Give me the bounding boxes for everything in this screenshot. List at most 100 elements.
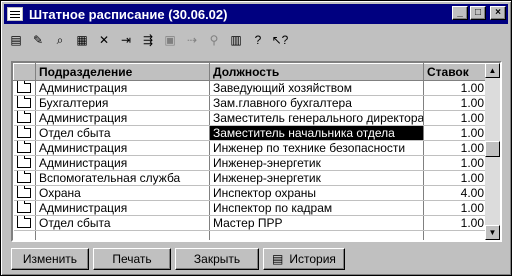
table-row[interactable] (13, 230, 488, 240)
transfer-icon: ⇢ (186, 33, 198, 47)
rate-cell[interactable]: 1.00 (423, 155, 488, 171)
rate-cell[interactable]: 4.00 (423, 185, 488, 201)
position-cell[interactable]: Заведующий хозяйством (209, 80, 424, 96)
position-cell[interactable]: Зам.главного бухгалтера (209, 95, 424, 111)
department-cell[interactable]: Администрация (35, 80, 210, 96)
rate-cell[interactable] (423, 230, 488, 240)
scroll-up-arrow-icon[interactable]: ▲ (485, 63, 500, 78)
folder-icon (17, 80, 32, 93)
table-row[interactable]: Администрация Заместитель генерального ди… (13, 110, 488, 126)
department-cell[interactable]: Администрация (35, 140, 210, 156)
close-window-button-label: Закрыть (193, 252, 241, 266)
rate-cell[interactable]: 1.00 (423, 110, 488, 126)
toolbar: ▤ ✎ ⌕ ▦ ✕ ⇥ ⇶ ▣ ⇢ ⚲ ▥? ↖? (7, 29, 293, 51)
department-cell[interactable]: Бухгалтерия (35, 95, 210, 111)
folder-icon (17, 95, 32, 108)
folder-icon (17, 155, 32, 168)
move-to-group-icon[interactable]: ⇶ (139, 31, 157, 49)
table-row[interactable]: Охрана Инспектор охраны 4.00 (13, 185, 488, 201)
rate-cell[interactable]: 1.00 (423, 215, 488, 231)
edit-button-label: Изменить (22, 252, 78, 266)
row-icon-cell (13, 125, 36, 141)
row-icon-cell (13, 170, 36, 186)
department-cell[interactable]: Отдел сбыта (35, 215, 210, 231)
position-cell[interactable]: Инженер по технике безопасности (209, 140, 424, 156)
header-row: Подразделение Должность Ставок (13, 63, 488, 81)
maximize-button[interactable]: □ (470, 6, 486, 20)
find-icon[interactable]: ⌕ (51, 31, 69, 49)
row-icon-cell (13, 230, 36, 240)
folder-icon (17, 125, 32, 138)
table-row[interactable]: Администрация Инженер-энергетик 1.00 (13, 155, 488, 171)
staff-table: Подразделение Должность Ставок Администр… (13, 63, 488, 240)
edit-row-icon[interactable]: ✎ (29, 31, 47, 49)
rate-cell[interactable]: 1.00 (423, 170, 488, 186)
column-header-rate[interactable]: Ставок (423, 63, 488, 81)
copy-icon: ▣ (164, 33, 176, 47)
column-header-department[interactable]: Подразделение (35, 63, 210, 81)
position-cell[interactable]: Инженер-энергетик (209, 170, 424, 186)
department-cell[interactable]: Администрация (35, 110, 210, 126)
move-down-icon[interactable]: ⇥ (117, 31, 135, 49)
new-row-icon[interactable]: ▤ (7, 31, 25, 49)
edit-button[interactable]: Изменить (11, 248, 89, 270)
rate-cell[interactable]: 1.00 (423, 125, 488, 141)
table-row[interactable]: Администрация Инженер по технике безопасн… (13, 140, 488, 156)
rate-cell[interactable]: 1.00 (423, 140, 488, 156)
position-cell[interactable]: Мастер ПРР (209, 215, 424, 231)
column-header-position[interactable]: Должность (209, 63, 424, 81)
print-button-label: Печать (112, 252, 152, 266)
department-cell[interactable]: Администрация (35, 200, 210, 216)
table-row[interactable]: Отдел сбыта Заместитель начальника отдела… (13, 125, 488, 141)
folder-icon (17, 170, 32, 183)
table-row[interactable]: Администрация Заведующий хозяйством 1.00 (13, 80, 488, 96)
row-icon-cell (13, 215, 36, 231)
close-button[interactable]: × (490, 6, 506, 20)
row-icon-cell (13, 95, 36, 111)
new-group-icon[interactable]: ▦ (73, 31, 91, 49)
column-header-icon[interactable] (13, 63, 36, 81)
position-cell[interactable]: Инженер-энергетик (209, 155, 424, 171)
department-cell[interactable] (35, 230, 210, 240)
window-title: Штатное расписание (30.06.02) (29, 6, 228, 22)
row-icon-cell (13, 140, 36, 156)
position-cell[interactable]: Заместитель генерального директора (209, 110, 424, 126)
minimize-button[interactable]: _ (452, 6, 468, 20)
scroll-thumb[interactable] (485, 141, 500, 157)
department-cell[interactable]: Администрация (35, 155, 210, 171)
delete-row-icon[interactable]: ✕ (95, 31, 113, 49)
scroll-down-arrow-icon[interactable]: ▼ (485, 225, 500, 240)
close-window-button[interactable]: Закрыть (175, 248, 259, 270)
position-cell[interactable]: Инспектор охраны (209, 185, 424, 201)
print-button[interactable]: Печать (93, 248, 171, 270)
department-cell[interactable]: Вспомогательная служба (35, 170, 210, 186)
app-icon (7, 7, 23, 21)
position-cell[interactable] (209, 230, 424, 240)
print-icon[interactable]: ▥ (227, 31, 245, 49)
rate-cell[interactable]: 1.00 (423, 200, 488, 216)
table-row[interactable]: Администрация Инспектор по кадрам 1.00 (13, 200, 488, 216)
table-row[interactable]: Бухгалтерия Зам.главного бухгалтера 1.00 (13, 95, 488, 111)
table-row[interactable]: Отдел сбыта Мастер ПРР 1.00 (13, 215, 488, 231)
context-help-icon[interactable]: ↖? (271, 31, 289, 49)
folder-icon (17, 215, 32, 228)
row-icon-cell (13, 110, 36, 126)
folder-icon (17, 185, 32, 198)
folder-icon (17, 110, 32, 123)
position-cell[interactable]: Инспектор по кадрам (209, 200, 424, 216)
staff-schedule-window: Штатное расписание (30.06.02) _ □ × ▤ ✎ ⌕ ▦… (0, 0, 512, 276)
history-button[interactable]: ▤ История (263, 248, 345, 270)
department-cell[interactable]: Отдел сбыта (35, 125, 210, 141)
department-cell[interactable]: Охрана (35, 185, 210, 201)
help-icon[interactable]: ? (249, 31, 267, 49)
history-icon: ▤ (272, 252, 284, 266)
position-cell[interactable]: Заместитель начальника отдела (209, 125, 424, 141)
table-row[interactable]: Вспомогательная служба Инженер-энергетик 1… (13, 170, 488, 186)
staff-grid[interactable]: Подразделение Должность Ставок Администр… (11, 61, 502, 242)
rate-cell[interactable]: 1.00 (423, 95, 488, 111)
window-controls: _ □ × (452, 6, 506, 20)
row-icon-cell (13, 80, 36, 96)
title-bar: Штатное расписание (30.06.02) _ □ × (4, 4, 508, 24)
vertical-scrollbar[interactable]: ▲ ▼ (485, 63, 500, 240)
rate-cell[interactable]: 1.00 (423, 80, 488, 96)
